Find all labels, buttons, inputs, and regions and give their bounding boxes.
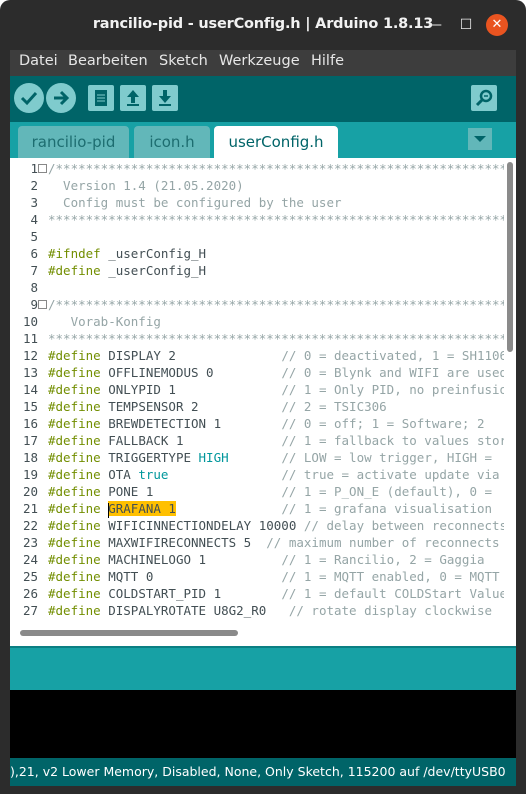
- code-line: #define COLDSTART_PID 1 // 1 = default C…: [48, 586, 504, 601]
- save-button[interactable]: [152, 85, 178, 111]
- line-number: 14: [22, 382, 38, 397]
- line-number: 25: [22, 569, 38, 584]
- menu-bearbeiten[interactable]: Bearbeiten: [68, 53, 148, 69]
- triangle-down-icon: [474, 136, 486, 142]
- code-line: Vorab-Konfig: [48, 314, 161, 329]
- line-number: 20: [22, 484, 38, 499]
- line-number: 18: [22, 450, 38, 465]
- line-number: 10: [22, 314, 38, 329]
- line-number: 21: [22, 501, 38, 516]
- board-status-bar: ),21, v2 Lower Memory, Disabled, None, O…: [10, 758, 516, 786]
- code-line: #define PONE 1 // 1 = P_ON_E (default), …: [48, 484, 493, 499]
- line-number: 15: [22, 399, 38, 414]
- minimize-button[interactable]: —: [424, 14, 446, 36]
- code-area[interactable]: /***************************************…: [48, 160, 504, 620]
- code-line: #define TRIGGERTYPE HIGH // LOW = low tr…: [48, 450, 493, 465]
- code-line: Version 1.4 (21.05.2020): [48, 178, 244, 193]
- code-line: #define MACHINELOGO 1 // 1 = Rancilio, 2…: [48, 552, 485, 567]
- line-number: 7: [30, 263, 38, 278]
- window-frame-left: [0, 50, 10, 794]
- code-editor[interactable]: 1 2 3 4 5 6 7 8 9 10 11 12 13 14 15 16 17 18 19 20 21 22 23 24 2…: [10, 158, 516, 646]
- menu-datei[interactable]: Datei: [19, 53, 58, 69]
- message-area: [10, 646, 516, 690]
- line-number: 26: [22, 586, 38, 601]
- line-number: 8: [30, 280, 38, 295]
- save-icon: [159, 90, 171, 106]
- code-line: #define _userConfig_H: [48, 263, 207, 278]
- line-number: 17: [22, 433, 38, 448]
- code-line: /***************************************…: [48, 297, 504, 312]
- fold-toggle-icon[interactable]: [38, 300, 47, 309]
- open-button[interactable]: [120, 85, 146, 111]
- serial-monitor-icon: [475, 89, 493, 107]
- new-icon: [95, 90, 107, 106]
- window-title: rancilio-pid - userConfig.h | Arduino 1.…: [92, 16, 434, 32]
- code-line: ****************************************…: [48, 331, 504, 346]
- code-line: #define ONLYPID 1 // 1 = Only PID, no pr…: [48, 382, 504, 397]
- line-number-gutter: 1 2 3 4 5 6 7 8 9 10 11 12 13 14 15 16 17 18 19 20 21 22 23 24 2…: [10, 158, 47, 646]
- tab-userconfig-h[interactable]: userConfig.h: [214, 126, 338, 158]
- tab-rancilio-pid[interactable]: rancilio-pid: [18, 126, 129, 158]
- line-number: 22: [22, 518, 38, 533]
- upload-icon: [54, 90, 70, 106]
- line-number: 27: [22, 603, 38, 618]
- text-cursor: [108, 503, 110, 518]
- line-number: 16: [22, 416, 38, 431]
- line-number: 12: [22, 348, 38, 363]
- code-line: #define DISPLAY 2 // 0 = deactivated, 1 …: [48, 348, 504, 363]
- tab-menu-button[interactable]: [468, 128, 492, 150]
- horizontal-scroll-thumb[interactable]: [20, 630, 238, 636]
- title-bar[interactable]: rancilio-pid - userConfig.h | Arduino 1.…: [0, 0, 526, 50]
- open-icon: [127, 90, 139, 106]
- line-number: 3: [30, 195, 38, 210]
- code-line: #define OTA true // true = activate upda…: [48, 467, 500, 482]
- line-number: 1: [30, 161, 38, 176]
- code-line: #define MAXWIFIRECONNECTS 5 // maximum n…: [48, 535, 500, 550]
- line-number: 5: [30, 229, 38, 244]
- toolbar: [10, 76, 516, 122]
- verify-button[interactable]: [14, 83, 44, 113]
- menu-bar: Datei Bearbeiten Sketch Werkzeuge Hilfe: [10, 50, 516, 76]
- code-line: #define FALLBACK 1 // 1 = fallback to va…: [48, 433, 504, 448]
- code-line: ****************************************…: [48, 212, 504, 227]
- line-number: 11: [22, 331, 38, 346]
- window-frame-right: [516, 50, 526, 794]
- line-number: 6: [30, 246, 38, 261]
- maximize-button[interactable]: ☐: [455, 14, 477, 36]
- upload-button[interactable]: [46, 83, 76, 113]
- new-button[interactable]: [88, 85, 114, 111]
- code-line: /***************************************…: [48, 161, 504, 176]
- code-line: #define MQTT 0 // 1 = MQTT enabled, 0 = …: [48, 569, 500, 584]
- line-number: 2: [30, 178, 38, 193]
- close-button[interactable]: ✕: [486, 14, 508, 36]
- menu-sketch[interactable]: Sketch: [159, 53, 208, 69]
- console-output[interactable]: [10, 690, 516, 758]
- menu-hilfe[interactable]: Hilfe: [311, 53, 344, 69]
- code-line: #define GRAFANA 1 // 1 = grafana visuali…: [48, 501, 493, 516]
- line-number: 9: [30, 297, 38, 312]
- code-line: #define TEMPSENSOR 2 // 2 = TSIC306: [48, 399, 387, 414]
- tab-icon-h[interactable]: icon.h: [134, 126, 210, 158]
- code-line: #define WIFICINNECTIONDELAY 10000 // del…: [48, 518, 504, 533]
- verify-icon: [20, 91, 38, 106]
- code-line: #define OFFLINEMODUS 0 // 0 = Blynk and …: [48, 365, 504, 380]
- line-number: 23: [22, 535, 38, 550]
- line-number: 13: [22, 365, 38, 380]
- fold-toggle-icon[interactable]: [38, 164, 47, 173]
- line-number: 4: [30, 212, 38, 227]
- code-line: #ifndef _userConfig_H: [48, 246, 207, 261]
- menu-werkzeuge[interactable]: Werkzeuge: [219, 53, 300, 69]
- line-number: 24: [22, 552, 38, 567]
- vertical-scroll-thumb[interactable]: [507, 162, 513, 352]
- code-line: #define DISPALYROTATE U8G2_R0 // rotate …: [48, 603, 493, 618]
- window-frame-bottom: [0, 786, 526, 794]
- serial-monitor-button[interactable]: [471, 85, 497, 111]
- line-number: 19: [22, 467, 38, 482]
- code-line: #define BREWDETECTION 1 // 0 = off; 1 = …: [48, 416, 485, 431]
- tab-bar: rancilio-pid icon.h userConfig.h: [10, 122, 516, 158]
- code-line: Config must be configured by the user: [48, 195, 342, 210]
